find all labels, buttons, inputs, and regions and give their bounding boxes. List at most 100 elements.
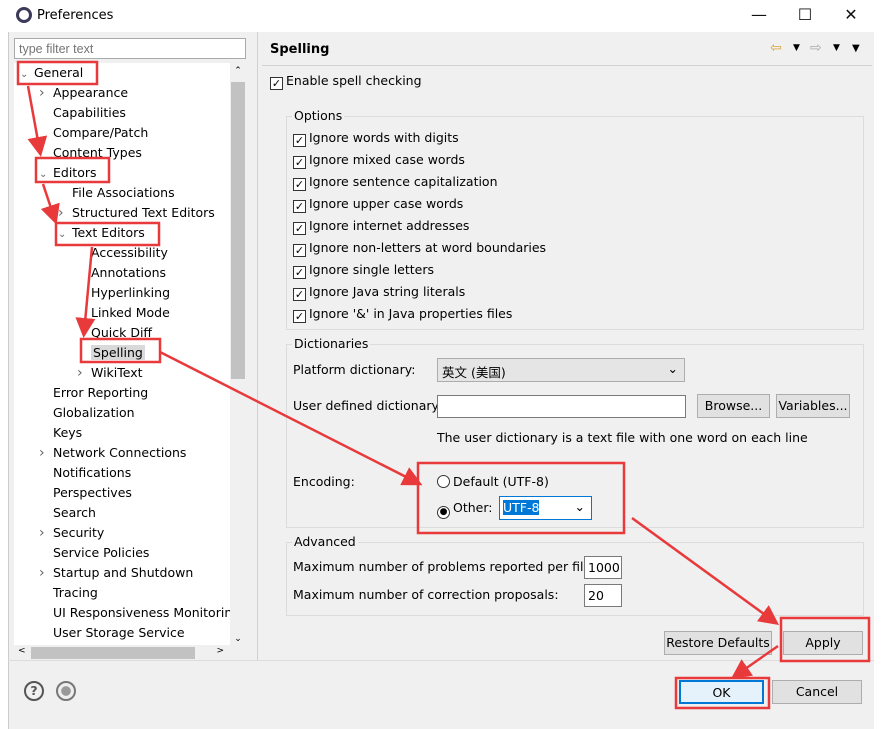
tree-item[interactable]: › Appearance <box>39 83 128 103</box>
tree-item[interactable]: Linked Mode <box>77 303 170 323</box>
tree-item-label: Network Connections <box>53 445 187 460</box>
option-checkbox[interactable]: ✓ Ignore single letters <box>293 261 434 279</box>
tree-item[interactable]: ⌄ Editors <box>39 163 97 183</box>
tree-item[interactable]: Accessibility <box>77 243 168 263</box>
encoding-label: Encoding: <box>293 474 355 489</box>
max-corrections-input[interactable]: 20 <box>584 584 622 607</box>
option-checkbox[interactable]: ✓ Ignore words with digits <box>293 129 459 147</box>
filter-input[interactable] <box>14 38 246 59</box>
forward-menu-icon[interactable]: ▼ <box>833 43 840 53</box>
scroll-down-icon[interactable]: ⌄ <box>230 634 246 644</box>
expanded-chevron-icon[interactable]: ⌄ <box>58 225 72 245</box>
tree-item[interactable]: › Network Connections <box>39 443 186 463</box>
platform-dictionary-select[interactable]: 英文 (美国) ⌄ <box>437 358 685 382</box>
tree-item[interactable]: › Structured Text Editors <box>58 203 215 223</box>
tree-item[interactable]: Annotations <box>77 263 166 283</box>
option-label: Ignore internet addresses <box>309 218 470 233</box>
variables-button[interactable]: Variables... <box>776 394 850 418</box>
collapsed-chevron-icon[interactable]: › <box>39 563 53 583</box>
user-dictionary-input[interactable] <box>437 395 686 418</box>
back-menu-icon[interactable]: ▼ <box>793 43 800 53</box>
option-checkbox[interactable]: ✓ Ignore non-letters at word boundaries <box>293 239 546 257</box>
forward-icon[interactable]: ⇨ <box>810 40 822 56</box>
tree-item[interactable]: File Associations <box>58 183 175 203</box>
tree-item[interactable]: › WikiText <box>77 363 143 383</box>
tree-item[interactable]: Search <box>39 503 96 523</box>
tree-item[interactable]: UI Responsiveness Monitoring <box>39 603 240 623</box>
expanded-chevron-icon[interactable]: ⌄ <box>39 165 53 185</box>
browse-button[interactable]: Browse... <box>697 394 770 418</box>
cancel-button[interactable]: Cancel <box>772 680 862 704</box>
restore-defaults-button[interactable]: Restore Defaults <box>664 631 772 655</box>
encoding-select[interactable]: UTF-8 ⌄ <box>499 496 592 520</box>
tree-scroll-thumb[interactable] <box>231 82 245 379</box>
option-checkbox[interactable]: ✓ Ignore mixed case words <box>293 151 465 169</box>
minimize-button[interactable]: — <box>744 4 774 26</box>
tree-item[interactable]: › Startup and Shutdown <box>39 563 193 583</box>
help-icon[interactable]: ? <box>24 681 44 701</box>
collapsed-chevron-icon[interactable]: › <box>39 83 53 103</box>
user-dictionary-hint: The user dictionary is a text file with … <box>437 430 808 445</box>
other-encoding-radio[interactable]: ● Other: <box>437 499 492 519</box>
tree-item-label: Tracing <box>53 585 98 600</box>
tree-item[interactable]: Capabilities <box>39 103 126 123</box>
tree-item[interactable]: Globalization <box>39 403 135 423</box>
max-problems-label: Maximum number of problems reported per … <box>293 559 596 574</box>
tree-item[interactable]: Content Types <box>39 143 142 163</box>
option-checkbox[interactable]: ✓ Ignore upper case words <box>293 195 463 213</box>
collapsed-chevron-icon[interactable]: › <box>39 443 53 463</box>
tree-item-label: Accessibility <box>91 245 168 260</box>
option-label: Ignore '&' in Java properties files <box>309 306 513 321</box>
option-checkbox[interactable]: ✓ Ignore internet addresses <box>293 217 469 235</box>
tree-item-label: Structured Text Editors <box>72 205 215 220</box>
apply-button[interactable]: Apply <box>783 631 863 655</box>
record-icon[interactable] <box>56 681 76 701</box>
tree-item-label: General <box>34 65 84 80</box>
tree-item[interactable]: Error Reporting <box>39 383 148 403</box>
platform-dictionary-label: Platform dictionary: <box>293 362 416 377</box>
max-problems-input[interactable]: 1000 <box>584 556 622 579</box>
tree-item-label: Service Policies <box>53 545 150 560</box>
ok-button[interactable]: OK <box>679 680 764 704</box>
tree-hscroll-thumb[interactable] <box>31 647 195 659</box>
tree-item-label: Linked Mode <box>91 305 170 320</box>
close-button[interactable]: ✕ <box>836 4 866 26</box>
checkmark-icon: ✓ <box>293 266 306 279</box>
view-menu-icon[interactable]: ▼ <box>852 43 860 54</box>
checkmark-icon: ✓ <box>293 200 306 213</box>
tree-item[interactable]: Hyperlinking <box>77 283 170 303</box>
scroll-left-icon[interactable]: < <box>18 646 26 656</box>
tree-item[interactable]: ⌄ Text Editors <box>58 223 145 243</box>
tree-item[interactable]: Keys <box>39 423 82 443</box>
checkmark-icon: ✓ <box>293 178 306 191</box>
default-encoding-radio[interactable]: Default (UTF-8) <box>437 473 549 491</box>
enable-spell-checkbox[interactable]: ✓ Enable spell checking <box>270 72 422 90</box>
tree-item-label: WikiText <box>91 365 143 380</box>
tree-item[interactable]: User Storage Service <box>39 623 185 643</box>
tree-item[interactable]: Spelling <box>77 343 145 363</box>
option-checkbox[interactable]: ✓ Ignore Java string literals <box>293 283 465 301</box>
maximize-button[interactable]: ☐ <box>790 4 820 26</box>
option-checkbox[interactable]: ✓ Ignore '&' in Java properties files <box>293 305 512 323</box>
option-checkbox[interactable]: ✓ Ignore sentence capitalization <box>293 173 498 191</box>
tree-item[interactable]: Perspectives <box>39 483 132 503</box>
tree-item[interactable]: Service Policies <box>39 543 149 563</box>
collapsed-chevron-icon[interactable]: › <box>58 203 72 223</box>
advanced-group <box>286 542 864 616</box>
scroll-right-icon[interactable]: > <box>216 646 224 656</box>
tree-item[interactable]: Compare/Patch <box>39 123 148 143</box>
tree-item[interactable]: › Security <box>39 523 104 543</box>
tree-item[interactable]: Quick Diff <box>77 323 152 343</box>
option-label: Ignore mixed case words <box>309 152 465 167</box>
scroll-up-icon[interactable]: ⌃ <box>230 66 246 76</box>
collapsed-chevron-icon[interactable]: › <box>77 363 91 383</box>
back-icon[interactable]: ⇦ <box>770 40 782 56</box>
collapsed-chevron-icon[interactable]: › <box>39 523 53 543</box>
advanced-title: Advanced <box>292 534 358 549</box>
tree-item[interactable]: Tracing <box>39 583 98 603</box>
option-label: Ignore single letters <box>309 262 435 277</box>
tree-item[interactable]: Notifications <box>39 463 131 483</box>
expanded-chevron-icon[interactable]: ⌄ <box>20 65 34 85</box>
page-title: Spelling <box>270 42 330 57</box>
tree-item[interactable]: ⌄ General <box>20 63 83 83</box>
